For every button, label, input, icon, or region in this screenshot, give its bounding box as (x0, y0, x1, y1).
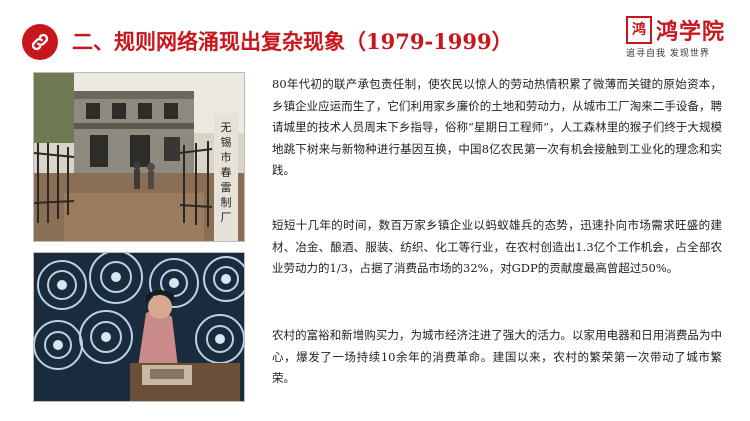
paragraph-1: 80年代初的联产承包责任制，使农民以惊人的劳动热情积累了微薄而关键的原始资本，乡… (272, 77, 722, 177)
sign-char: 雷 (221, 181, 232, 194)
factory-sign: 无锡市春雷制厂 (221, 121, 232, 224)
factory-photo: 无锡市春雷制厂 (33, 72, 245, 242)
sign-char: 厂 (221, 211, 232, 224)
sign-char: 制 (221, 196, 232, 209)
paragraph-2: 短短十几年的时间，数百万家乡镇企业以蚂蚁雄兵的态势，迅速扑向市场需求旺盛的建材、… (272, 218, 722, 275)
paragraph-3: 农村的富裕和新增购买力，为城市经济注进了强大的活力。以家用电器和日用消费品为中心… (272, 328, 722, 385)
electric-fans-photo (33, 252, 245, 402)
logo-name: 鸿学院 (656, 19, 726, 45)
sign-char: 市 (221, 150, 232, 164)
logo: 鸿 鸿学院 追寻自我 发现世界 (626, 16, 734, 60)
logo-tagline: 追寻自我 发现世界 (626, 49, 710, 59)
svg-text:无锡市春雷制厂: 无锡市春雷制厂 (221, 121, 232, 224)
sign-char: 锡 (221, 135, 232, 149)
logo-mark: 鸿 (626, 16, 652, 44)
link-icon (22, 24, 58, 60)
sign-char: 春 (221, 166, 232, 179)
page-title: 二、规则网络涌现出复杂现象（1979-1999） (72, 29, 513, 54)
sign-char: 无 (221, 121, 232, 134)
